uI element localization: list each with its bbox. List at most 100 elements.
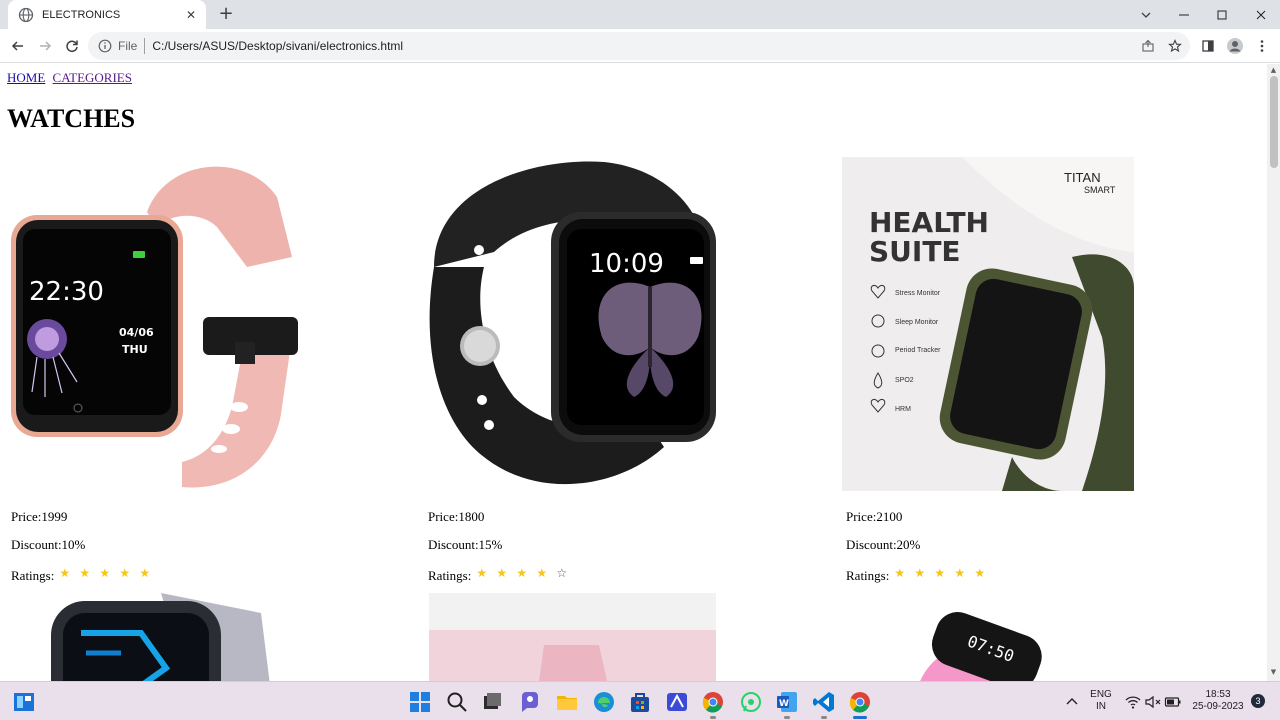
minimize-button[interactable] xyxy=(1165,0,1203,29)
windows-taskbar: W ENG IN 18:53 25-09-2023 3 xyxy=(0,681,1280,720)
product-image-partial[interactable] xyxy=(429,593,719,681)
file-explorer-icon[interactable] xyxy=(555,690,579,714)
side-panel-icon xyxy=(1202,40,1214,52)
whatsapp-icon[interactable] xyxy=(739,690,763,714)
arrow-left-icon xyxy=(11,41,23,51)
clock[interactable]: 18:53 25-09-2023 xyxy=(1188,689,1248,713)
tab-search-button[interactable] xyxy=(1127,0,1165,29)
product-price: Price:1800 xyxy=(428,509,485,524)
tab-strip: ELECTRONICS ✕ + xyxy=(0,0,1280,29)
star-filled-icon: ★ xyxy=(496,566,508,580)
product-image-black-watch[interactable]: 10:09 xyxy=(424,157,716,491)
reload-button[interactable] xyxy=(60,34,84,58)
share-icon xyxy=(1142,39,1154,52)
scroll-down-arrow[interactable]: ▼ xyxy=(1269,668,1278,676)
new-tab-button[interactable]: + xyxy=(214,2,238,26)
promo-feature: Stress Monitor xyxy=(895,290,941,297)
star-filled-icon: ★ xyxy=(99,566,111,580)
reload-icon xyxy=(66,40,78,53)
product-image-titan-watch[interactable]: TITAN SMART HEALTH SUITE Stress Monitor … xyxy=(842,157,1134,491)
star-filled-icon: ★ xyxy=(119,566,131,580)
search-icon[interactable] xyxy=(445,690,469,714)
ratings-label: Ratings: xyxy=(846,568,890,583)
pink-box-image xyxy=(429,593,716,681)
product-discount: Discount:10% xyxy=(11,537,86,552)
star-filled-icon: ★ xyxy=(516,566,528,580)
bookmark-button[interactable] xyxy=(1163,32,1187,60)
battery-icon[interactable] xyxy=(1164,693,1182,711)
vertical-scrollbar[interactable]: ▲ ▼ xyxy=(1267,64,1280,681)
page-title: WATCHES xyxy=(7,104,136,133)
running-indicator xyxy=(710,716,716,719)
clock-date: 25-09-2023 xyxy=(1192,701,1244,712)
product-price: Price:1999 xyxy=(11,509,68,524)
edge-icon[interactable] xyxy=(592,690,616,714)
active-indicator xyxy=(853,716,867,719)
more-vertical-icon xyxy=(1260,40,1264,52)
language-indicator[interactable]: ENG IN xyxy=(1086,689,1116,713)
browser-toolbar: File C:/Users/ASUS/Desktop/sivani/electr… xyxy=(0,29,1280,63)
word-icon[interactable]: W xyxy=(775,690,799,714)
ratings-label: Ratings: xyxy=(11,568,55,583)
widgets-icon[interactable] xyxy=(12,690,36,714)
tab-close-icon[interactable]: ✕ xyxy=(186,8,196,22)
ratings-label: Ratings: xyxy=(428,568,472,583)
promo-feature: Sleep Monitor xyxy=(895,319,939,326)
promo-headline-2: SUITE xyxy=(869,235,961,268)
vscode-icon[interactable] xyxy=(812,690,836,714)
black-watch-time: 10:09 xyxy=(589,249,664,279)
task-view-icon[interactable] xyxy=(480,690,504,714)
chevron-down-icon xyxy=(1141,12,1151,18)
maximize-button[interactable] xyxy=(1203,0,1241,29)
notification-badge[interactable]: 3 xyxy=(1251,694,1265,708)
store-icon[interactable] xyxy=(628,690,652,714)
star-filled-icon: ★ xyxy=(894,566,906,580)
product-discount: Discount:15% xyxy=(428,537,503,552)
product-image-partial[interactable] xyxy=(11,593,301,681)
browser-tab[interactable]: ELECTRONICS ✕ xyxy=(8,0,206,29)
profile-button[interactable] xyxy=(1223,34,1247,58)
star-filled-icon: ★ xyxy=(974,566,986,580)
maximize-icon xyxy=(1217,10,1227,19)
star-filled-icon: ★ xyxy=(476,566,488,580)
forward-button[interactable] xyxy=(33,34,57,58)
address-divider xyxy=(144,38,146,54)
scroll-up-arrow[interactable]: ▲ xyxy=(1269,66,1278,74)
nav-categories-link[interactable]: CATEGORIES xyxy=(53,70,132,85)
chat-icon[interactable] xyxy=(518,690,542,714)
nav-home-link[interactable]: HOME xyxy=(7,70,45,85)
rating-stars: ★ ★ ★ ★ ★ xyxy=(59,565,159,581)
promo-feature: SPO2 xyxy=(895,377,914,384)
star-filled-icon: ★ xyxy=(914,566,926,580)
titan-brand: TITAN xyxy=(1064,170,1101,185)
svg-text:W: W xyxy=(779,699,789,709)
windows-start-icon[interactable] xyxy=(408,690,432,714)
site-nav: HOME CATEGORIES xyxy=(7,70,136,86)
share-button[interactable] xyxy=(1136,32,1160,60)
close-window-button[interactable] xyxy=(1242,0,1280,29)
address-scheme: File xyxy=(118,39,138,53)
rating-stars: ★ ★ ★ ★ ☆ xyxy=(476,565,576,581)
chevron-up-icon[interactable] xyxy=(1062,692,1082,712)
chrome-icon[interactable] xyxy=(701,690,725,714)
close-icon xyxy=(1256,10,1266,19)
back-button[interactable] xyxy=(6,34,30,58)
clock-time: 18:53 xyxy=(1205,689,1231,700)
product-image-pink-watch[interactable]: 22:30 04/06 THU xyxy=(7,157,299,491)
page-viewport: HOME CATEGORIES WATCHES 22:30 04/06 THU … xyxy=(0,64,1267,681)
region-code: IN xyxy=(1096,701,1106,712)
product-ratings: Ratings: ★ ★ ★ ★ ☆ xyxy=(428,565,576,584)
grey-watch-image xyxy=(51,593,270,681)
scrollbar-thumb[interactable] xyxy=(1270,76,1278,168)
app-icon[interactable] xyxy=(665,690,689,714)
address-url[interactable]: C:/Users/ASUS/Desktop/sivani/electronics… xyxy=(152,39,403,53)
product-image-partial[interactable]: 07:50 xyxy=(846,593,1136,681)
address-bar[interactable]: File C:/Users/ASUS/Desktop/sivani/electr… xyxy=(88,32,1190,60)
chrome-active-icon[interactable] xyxy=(848,690,872,714)
wifi-icon[interactable] xyxy=(1124,693,1142,711)
speaker-muted-icon[interactable] xyxy=(1144,693,1162,711)
avatar-icon xyxy=(1227,38,1243,54)
info-icon[interactable] xyxy=(98,39,112,53)
menu-button[interactable] xyxy=(1250,34,1274,58)
side-panel-button[interactable] xyxy=(1196,34,1220,58)
